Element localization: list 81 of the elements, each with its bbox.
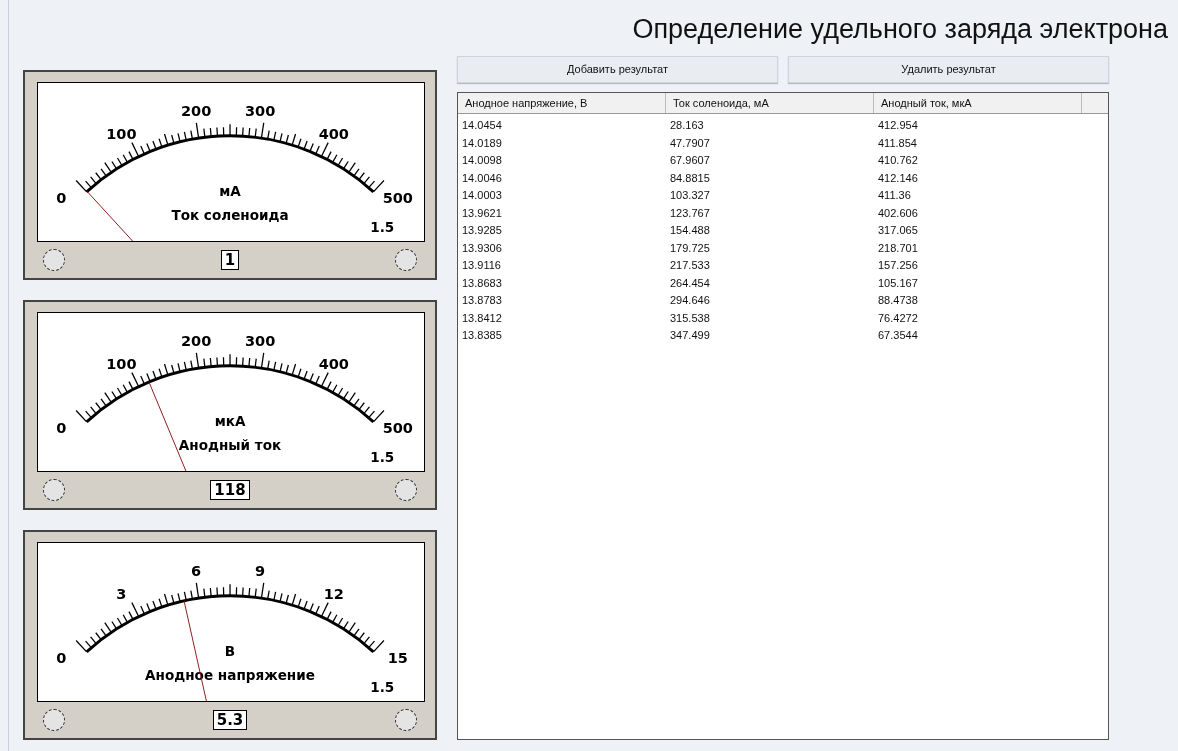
table-cell-text: 412.954 [877, 118, 919, 133]
table-cell-text: 154.488 [669, 223, 711, 238]
scale-label: 500 [382, 419, 413, 436]
unit-label: мкА [214, 412, 246, 429]
table-cell-text: 411.36 [877, 188, 912, 203]
table-cell-text: 13.9285 [461, 223, 503, 238]
table-cell-text: 13.8783 [461, 293, 503, 308]
table-cell-text: 67.9607 [669, 153, 711, 168]
terminal-icon [43, 709, 65, 731]
scale-label: 0 [56, 649, 67, 666]
terminal-icon [395, 479, 417, 501]
scale-label: 9 [255, 563, 266, 580]
reading-display: 1 [220, 250, 240, 270]
table-cell-text: 84.8815 [669, 170, 711, 186]
table-cell-text: 47.7907 [669, 135, 711, 151]
table-cell-text: 105.167 [877, 275, 919, 291]
meter-title: Анодный ток [178, 437, 282, 454]
table-cell-text: 14.0046 [461, 170, 503, 186]
table-cell-text: 13.8683 [461, 275, 503, 291]
scale-label: 300 [244, 333, 276, 350]
table-cell-text: 347.499 [669, 328, 711, 343]
table-cell-text: 179.725 [669, 240, 711, 256]
column-header[interactable]: Анодный ток, мкА [874, 93, 1082, 113]
table-cell-text: 123.767 [669, 205, 711, 221]
table-cell-text: 13.9116 [461, 258, 502, 273]
terminal-icon [43, 249, 65, 271]
table-cell-text: 412.146 [877, 170, 919, 186]
table-cell-text: 14.0454 [461, 118, 503, 133]
table-cell-text: 294.646 [669, 293, 711, 308]
table-cell-text: 264.454 [669, 275, 711, 291]
scale-label: 200 [180, 333, 212, 350]
accuracy-class: 1.5 [370, 448, 395, 465]
scale-label: 200 [180, 103, 212, 120]
unit-label: В [224, 642, 236, 659]
table-cell-text: 13.8385 [461, 328, 503, 343]
scale-label: 500 [382, 189, 413, 206]
meter-title: Анодное напряжение [145, 667, 315, 684]
scale-label: 100 [106, 355, 137, 372]
terminal-icon [43, 479, 65, 501]
column-header[interactable]: Ток соленоида, мА [666, 93, 874, 113]
table-cell-text: 13.9306 [461, 240, 503, 256]
scale-label: 12 [323, 585, 344, 602]
terminal-icon [395, 709, 417, 731]
table-cell-text: 14.0189 [461, 135, 503, 151]
reading-display: 118 [210, 480, 250, 500]
scale-label: 400 [318, 355, 349, 372]
reading-display: 5.3 [212, 710, 248, 730]
scale-label: 100 [106, 125, 137, 142]
scale-label: 0 [56, 419, 67, 436]
unit-label: мА [219, 182, 241, 199]
table-cell-text: 67.3544 [877, 328, 919, 343]
table-cell-text: 317.065 [877, 223, 919, 238]
scale-label: 300 [244, 103, 276, 120]
scale-label: 0 [56, 189, 67, 206]
action-button[interactable]: Добавить результат [457, 56, 778, 83]
page-title: Определение удельного заряда электрона [632, 13, 1169, 46]
terminal-icon [395, 249, 417, 271]
scale-label: 15 [387, 649, 408, 666]
scale-label: 400 [318, 125, 349, 142]
table-cell-text: 402.606 [877, 205, 919, 221]
table-cell-text: 217.533 [669, 258, 711, 273]
accuracy-class: 1.5 [370, 218, 395, 235]
table-cell-text: 14.0098 [461, 153, 503, 168]
table-cell-text: 410.762 [877, 153, 919, 168]
scale-label: 6 [191, 563, 202, 580]
table-cell-text: 218.701 [877, 240, 919, 256]
column-header[interactable]: Анодное напряжение, В [458, 93, 666, 113]
table-cell-text: 13.9621 [461, 205, 503, 221]
scale-label: 3 [116, 585, 127, 602]
table-cell-text: 76.4272 [877, 310, 919, 326]
table-cell-text: 315.538 [669, 310, 711, 326]
table-cell-text: 13.8412 [461, 310, 503, 326]
table-cell-text: 88.4738 [877, 293, 919, 308]
action-button[interactable]: Удалить результат [788, 56, 1109, 83]
table-cell-text: 411.854 [877, 135, 918, 151]
accuracy-class: 1.5 [370, 678, 395, 695]
table-cell-text: 103.327 [669, 188, 711, 203]
table-cell-text: 157.256 [877, 258, 919, 273]
meter-title: Ток соленоида [171, 207, 289, 224]
table-cell-text: 28.163 [669, 118, 705, 133]
table-cell-text: 14.0003 [461, 188, 503, 203]
